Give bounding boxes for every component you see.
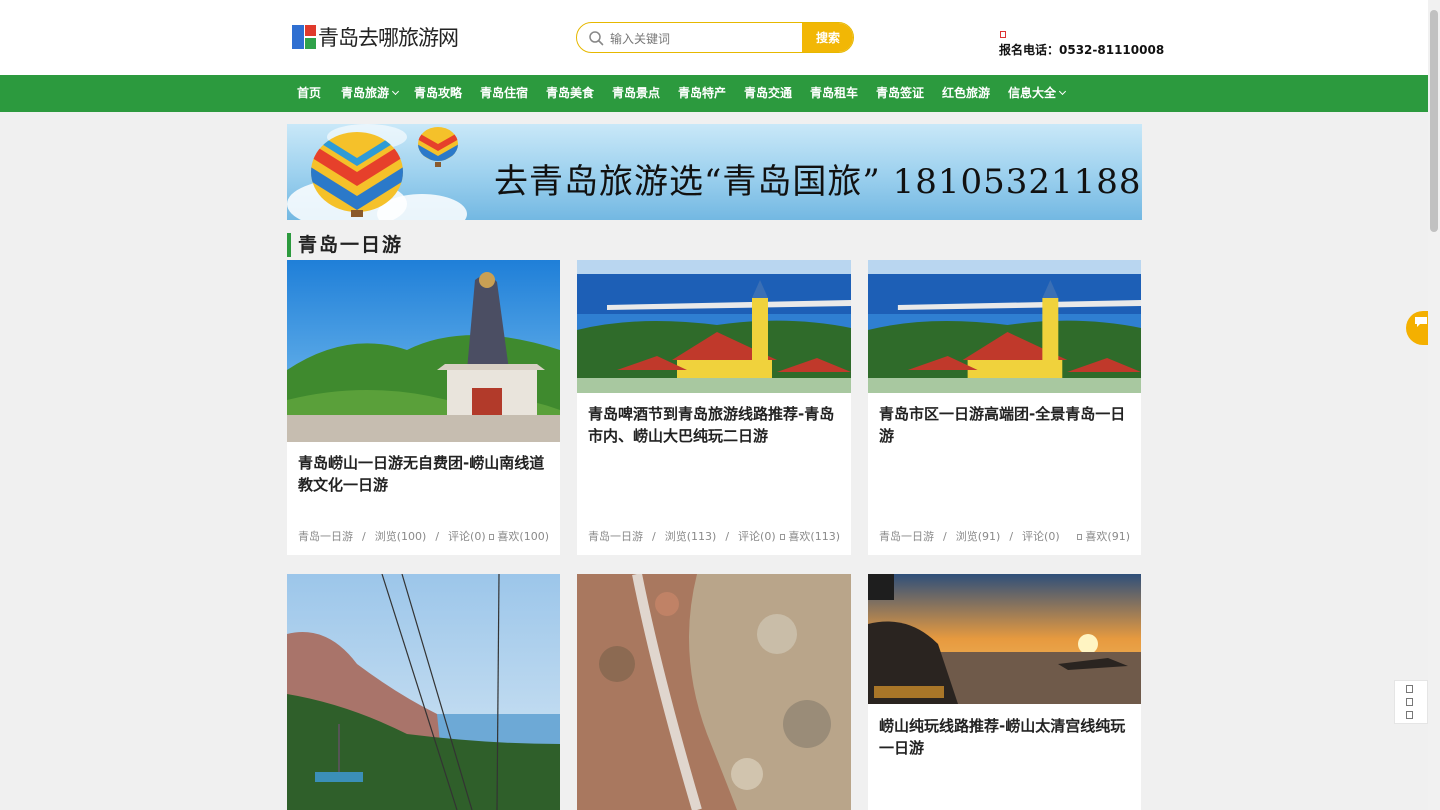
card-image[interactable] bbox=[287, 260, 560, 442]
card-comments: 评论(0) bbox=[738, 530, 776, 543]
card-meta: 青岛一日游 / 浏览(113) / 评论(0) 喜欢(113) bbox=[588, 528, 840, 544]
back-to-top-icon[interactable] bbox=[1406, 711, 1413, 719]
chevron-down-icon bbox=[391, 87, 400, 96]
like-button[interactable]: 喜欢(91) bbox=[1077, 528, 1130, 544]
logo-text: 青岛去哪旅游网 bbox=[318, 26, 459, 50]
nav-item-red-tourism[interactable]: 红色旅游 bbox=[942, 75, 990, 112]
tour-card[interactable]: 青岛崂山一日游无自费团-崂山南线道教文化一日游 青岛一日游 / 浏览(100) / 评论… bbox=[287, 260, 560, 555]
nav-item-qingdao-tour[interactable]: 青岛旅游 bbox=[341, 75, 400, 112]
nav-item-guides[interactable]: 青岛攻略 bbox=[414, 75, 462, 112]
card-meta: 青岛一日游 / 浏览(100) / 评论(0) 喜欢(100) bbox=[298, 528, 549, 544]
card-title[interactable]: 青岛啤酒节到青岛旅游线路推荐-青岛市内、崂山大巴纯玩二日游 bbox=[588, 403, 840, 447]
balloon-icon bbox=[418, 127, 458, 167]
card-comments: 评论(0) bbox=[1022, 530, 1060, 543]
heart-icon bbox=[1077, 534, 1083, 540]
qrcode-icon[interactable] bbox=[1406, 685, 1413, 693]
card-views: 浏览(100) bbox=[374, 530, 427, 543]
nav-item-lodging[interactable]: 青岛住宿 bbox=[480, 75, 528, 112]
card-image[interactable] bbox=[577, 260, 851, 393]
nav-item-home[interactable]: 首页 bbox=[297, 75, 321, 112]
chat-icon bbox=[1415, 317, 1427, 327]
like-button[interactable]: 喜欢(100) bbox=[489, 528, 549, 544]
scrollbar-thumb[interactable] bbox=[1430, 10, 1438, 232]
card-image[interactable] bbox=[287, 574, 560, 810]
site-logo[interactable]: 青岛去哪旅游网 bbox=[292, 24, 459, 50]
card-comments: 评论(0) bbox=[448, 530, 486, 543]
card-views: 浏览(113) bbox=[664, 530, 717, 543]
tour-card[interactable]: 青岛啤酒节到青岛旅游线路推荐-青岛市内、崂山大巴纯玩二日游 青岛一日游 / 浏览(1… bbox=[577, 260, 851, 555]
nav-item-car-rental[interactable]: 青岛租车 bbox=[810, 75, 858, 112]
card-image[interactable] bbox=[577, 574, 851, 810]
phone-number: 报名电话：0532-81110008 bbox=[999, 43, 1165, 57]
search-box: 搜索 bbox=[576, 22, 854, 53]
phone-icon bbox=[1000, 31, 1006, 38]
tour-card[interactable]: 青岛市区一日游高端团-全景青岛一日游 青岛一日游 / 浏览(91) / 评论(0) 喜欢… bbox=[868, 260, 1141, 555]
page-scrollbar[interactable] bbox=[1428, 0, 1440, 810]
nav-item-info[interactable]: 信息大全 bbox=[1008, 75, 1067, 112]
card-title[interactable]: 崂山纯玩线路推荐-崂山太清宫线纯玩一日游 bbox=[879, 715, 1130, 759]
card-meta: 青岛一日游 / 浏览(91) / 评论(0) 喜欢(91) bbox=[879, 528, 1130, 544]
section-title: 青岛一日游 bbox=[287, 233, 403, 257]
card-image[interactable] bbox=[868, 574, 1141, 704]
tour-card[interactable]: 崂山纯玩线路推荐-崂山太清宫线纯玩一日游 bbox=[868, 574, 1141, 810]
heart-icon bbox=[780, 534, 786, 540]
logo-mark-icon bbox=[292, 25, 316, 49]
chevron-down-icon bbox=[1058, 87, 1067, 96]
nav-item-attractions[interactable]: 青岛景点 bbox=[612, 75, 660, 112]
nav-item-food[interactable]: 青岛美食 bbox=[546, 75, 594, 112]
share-icon[interactable] bbox=[1406, 698, 1413, 706]
heart-icon bbox=[489, 534, 495, 540]
main-nav: 首页 青岛旅游 青岛攻略 青岛住宿 青岛美食 青岛景点 青岛特产 青岛交通 青岛… bbox=[0, 75, 1428, 112]
card-category[interactable]: 青岛一日游 bbox=[298, 528, 353, 544]
card-views: 浏览(91) bbox=[955, 530, 1001, 543]
search-button[interactable]: 搜索 bbox=[802, 23, 853, 52]
search-icon bbox=[589, 31, 604, 46]
site-header: 青岛去哪旅游网 搜索 报名电话：0532-81110008 bbox=[0, 0, 1428, 75]
card-image[interactable] bbox=[868, 260, 1141, 393]
card-title[interactable]: 青岛崂山一日游无自费团-崂山南线道教文化一日游 bbox=[298, 452, 549, 496]
nav-item-specialties[interactable]: 青岛特产 bbox=[678, 75, 726, 112]
banner-text: 去青岛旅游选“青岛国旅” 18105321188 bbox=[494, 162, 1142, 202]
card-title[interactable]: 青岛市区一日游高端团-全景青岛一日游 bbox=[879, 403, 1130, 447]
like-button[interactable]: 喜欢(113) bbox=[780, 528, 840, 544]
card-category[interactable]: 青岛一日游 bbox=[879, 528, 934, 544]
tour-card[interactable] bbox=[577, 574, 851, 810]
nav-item-visa[interactable]: 青岛签证 bbox=[876, 75, 924, 112]
card-category[interactable]: 青岛一日游 bbox=[588, 528, 643, 544]
nav-item-transport[interactable]: 青岛交通 bbox=[744, 75, 792, 112]
tour-card[interactable] bbox=[287, 574, 560, 810]
search-input[interactable] bbox=[608, 23, 802, 52]
side-toolbar bbox=[1394, 680, 1428, 724]
balloon-icon bbox=[311, 132, 403, 217]
promo-banner[interactable]: 去青岛旅游选“青岛国旅” 18105321188 bbox=[287, 124, 1142, 220]
